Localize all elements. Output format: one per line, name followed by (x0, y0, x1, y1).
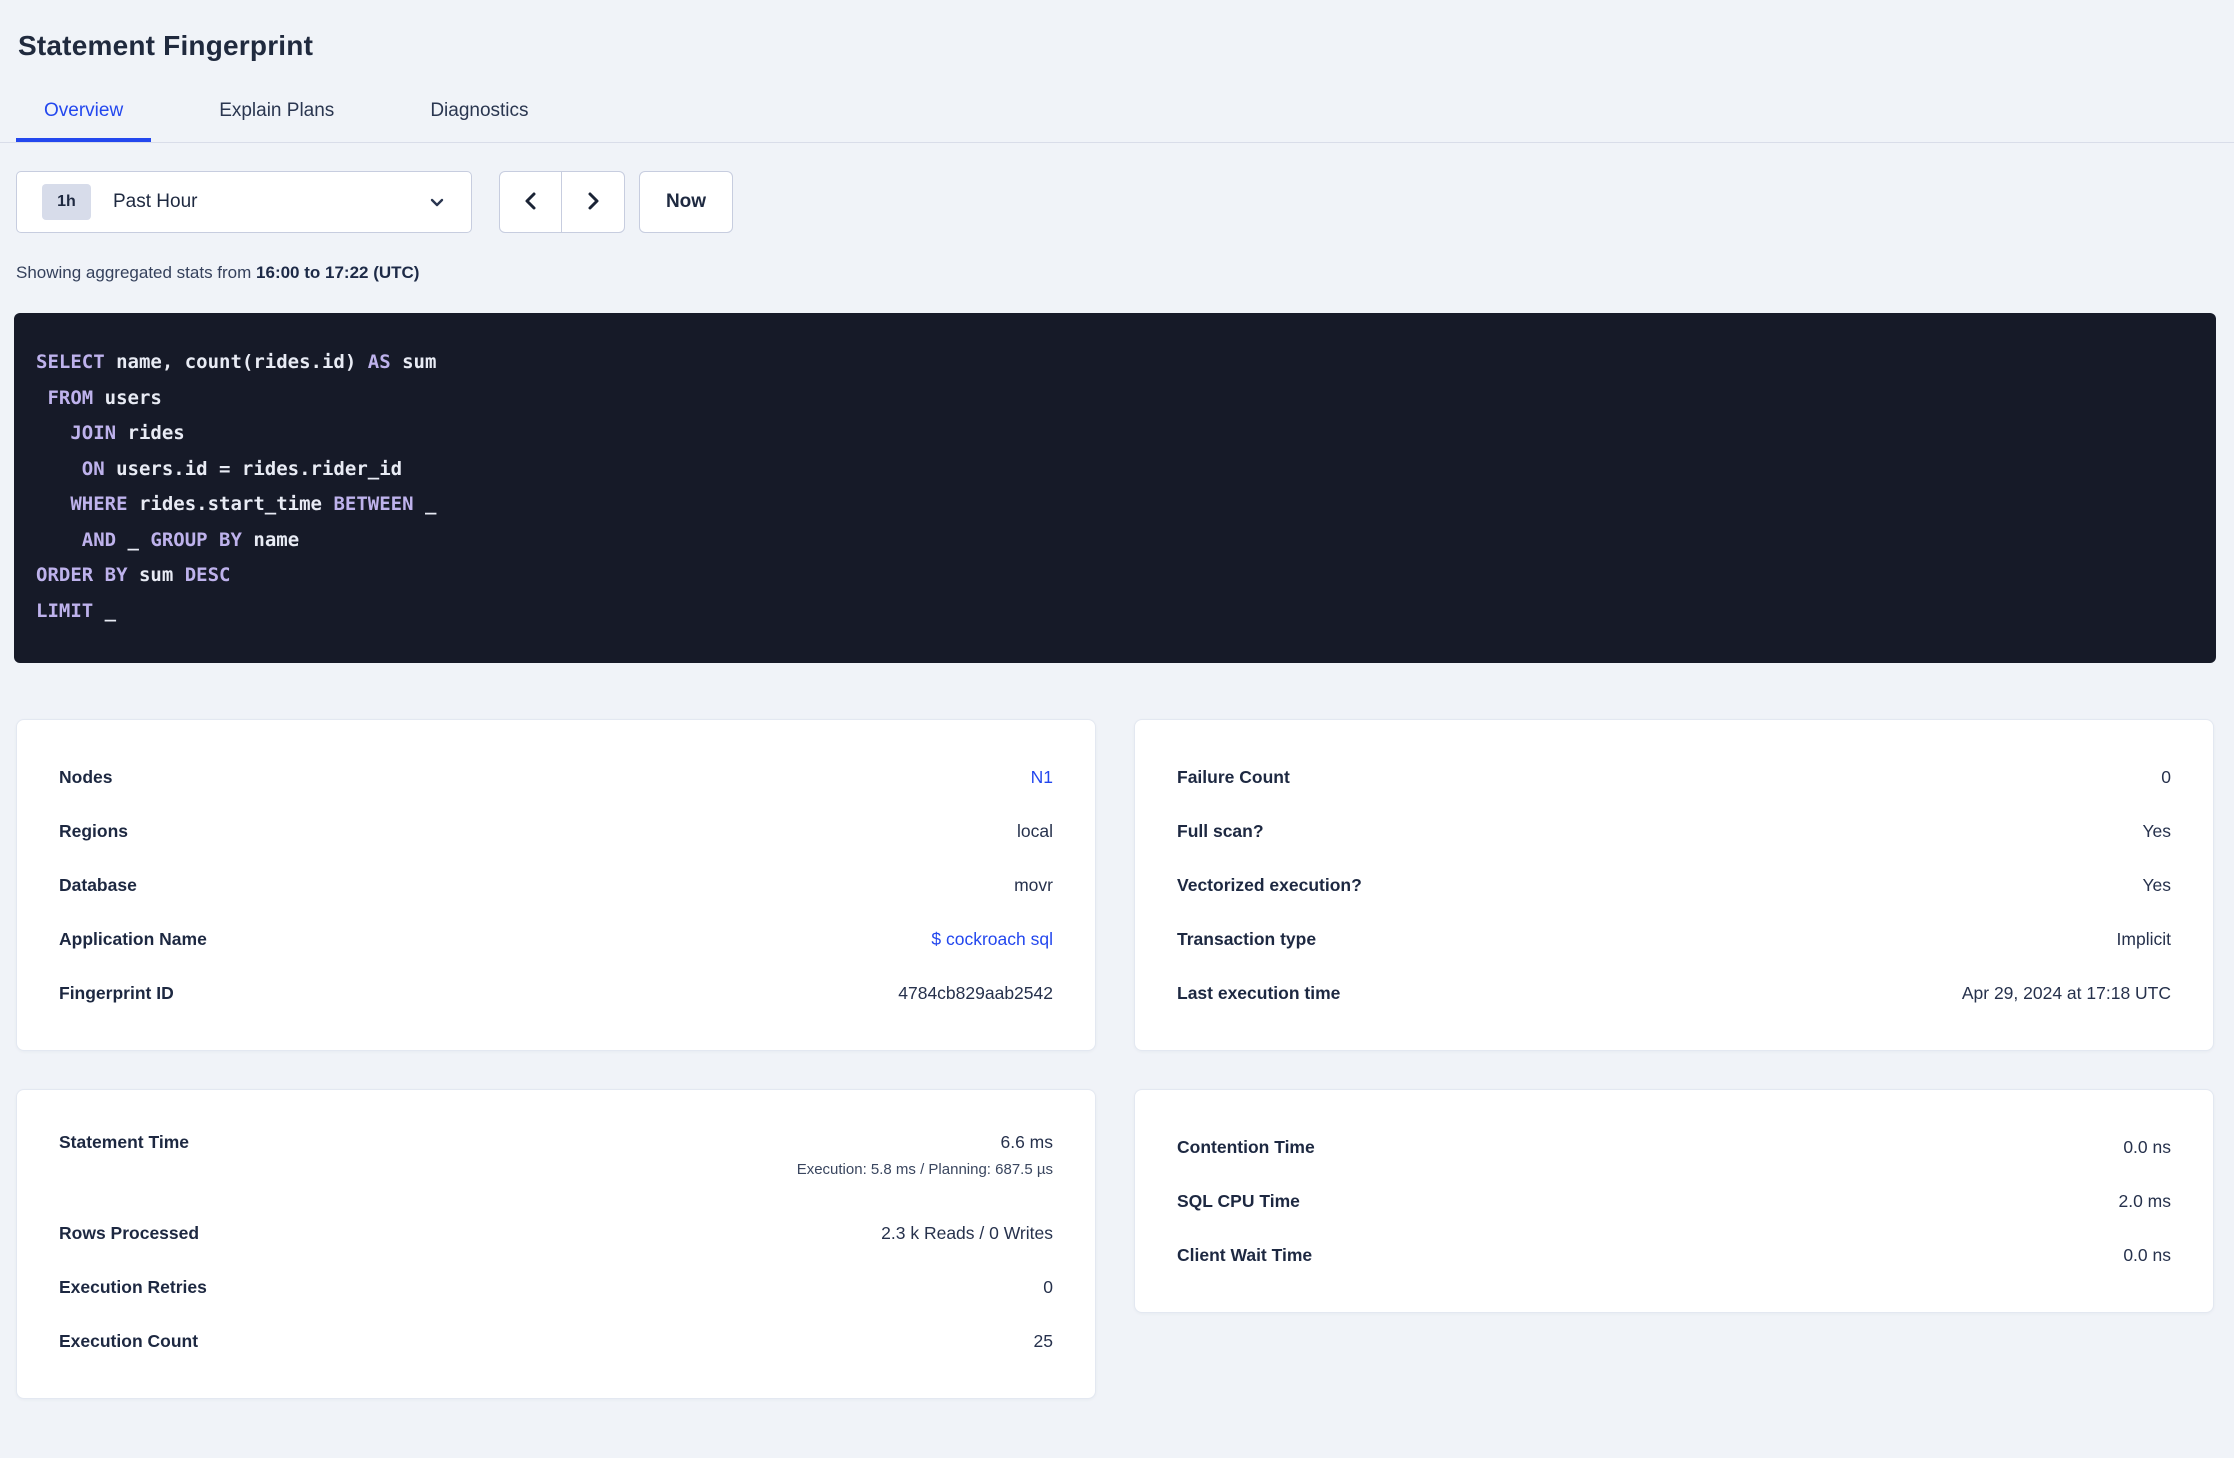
execution-count-row: Execution Count 25 (59, 1314, 1053, 1368)
chevron-down-icon (427, 192, 447, 212)
sql-code: SELECT name, count(rides.id) AS sum FROM… (36, 351, 437, 622)
nodes-row: Nodes N1 (59, 750, 1053, 804)
summary-card-right: Failure Count 0 Full scan? Yes Vectorize… (1134, 719, 2214, 1051)
client-wait-time-row: Client Wait Time 0.0 ns (1177, 1228, 2171, 1282)
row-label: Execution Retries (59, 1276, 207, 1297)
regions-row: Regions local (59, 804, 1053, 858)
row-value: Yes (2142, 820, 2171, 841)
next-interval-button[interactable] (562, 172, 624, 232)
application-name-row: Application Name $ cockroach sql (59, 912, 1053, 966)
sql-statement-box: SELECT name, count(rides.id) AS sum FROM… (14, 313, 2216, 663)
row-label: Regions (59, 820, 129, 841)
database-row: Database movr (59, 858, 1053, 912)
row-label: Execution Count (59, 1330, 199, 1351)
row-value: 2.0 ms (2118, 1190, 2171, 1211)
row-value: 0.0 ns (2123, 1244, 2171, 1265)
previous-interval-button[interactable] (500, 172, 562, 232)
row-label: Application Name (59, 928, 207, 949)
application-name-link[interactable]: $ cockroach sql (931, 929, 1053, 950)
statement-time-row: Statement Time 6.6 ms Execution: 5.8 ms … (59, 1120, 1053, 1206)
cards-grid: Nodes N1 Regions local Database movr App… (16, 719, 2214, 1399)
tab-diagnostics[interactable]: Diagnostics (402, 100, 556, 142)
row-value: Apr 29, 2024 at 17:18 UTC (1961, 982, 2171, 1003)
rows-processed-row: Rows Processed 2.3 k Reads / 0 Writes (59, 1206, 1053, 1260)
row-value: 25 (1033, 1330, 1053, 1351)
last-execution-time-row: Last execution time Apr 29, 2024 at 17:1… (1177, 966, 2171, 1020)
time-interval-dropdown[interactable]: 1h Past Hour (16, 171, 472, 233)
row-label: Database (59, 874, 137, 895)
row-label: Last execution time (1177, 982, 1341, 1003)
tab-bar: Overview Explain Plans Diagnostics (0, 100, 2234, 143)
transaction-type-row: Transaction type Implicit (1177, 912, 2171, 966)
row-label: Client Wait Time (1177, 1244, 1313, 1265)
row-label: Full scan? (1177, 820, 1264, 841)
summary-card-left: Nodes N1 Regions local Database movr App… (16, 719, 1096, 1051)
row-value: 2.3 k Reads / 0 Writes (881, 1222, 1053, 1243)
row-value: movr (1014, 874, 1053, 895)
row-label: Fingerprint ID (59, 982, 174, 1003)
chevron-right-icon (582, 190, 604, 215)
nodes-link[interactable]: N1 (1031, 767, 1053, 788)
row-value: Yes (2142, 874, 2171, 895)
row-label: SQL CPU Time (1177, 1190, 1300, 1211)
performance-card-right: Contention Time 0.0 ns SQL CPU Time 2.0 … (1134, 1089, 2214, 1313)
sql-cpu-time-row: SQL CPU Time 2.0 ms (1177, 1174, 2171, 1228)
row-value: 0 (1043, 1276, 1053, 1297)
tab-explain-plans[interactable]: Explain Plans (191, 100, 362, 142)
row-subvalue: Execution: 5.8 ms / Planning: 687.5 µs (796, 1161, 1053, 1178)
full-scan-row: Full scan? Yes (1177, 804, 2171, 858)
interval-badge: 1h (42, 184, 91, 220)
contention-time-row: Contention Time 0.0 ns (1177, 1120, 2171, 1174)
page-title: Statement Fingerprint (18, 30, 314, 61)
vectorized-execution-row: Vectorized execution? Yes (1177, 858, 2171, 912)
row-label: Statement Time (59, 1132, 189, 1152)
row-label: Transaction type (1177, 928, 1317, 949)
row-label: Failure Count (1177, 766, 1290, 787)
aggregation-note-prefix: Showing aggregated stats from (16, 263, 257, 282)
aggregation-note-range: 16:00 to 17:22 (UTC) (256, 263, 420, 282)
row-value: 0.0 ns (2123, 1136, 2171, 1157)
now-button[interactable]: Now (639, 171, 733, 233)
row-label: Contention Time (1177, 1136, 1315, 1157)
statement-fingerprint-page: Statement Fingerprint Overview Explain P… (0, 0, 2234, 1458)
failure-count-row: Failure Count 0 (1177, 750, 2171, 804)
row-value: 0 (2161, 766, 2171, 787)
fingerprint-id-row: Fingerprint ID 4784cb829aab2542 (59, 966, 1053, 1020)
interval-arrows (499, 171, 625, 233)
execution-retries-row: Execution Retries 0 (59, 1260, 1053, 1314)
row-label: Vectorized execution? (1177, 874, 1362, 895)
row-value-stack: 6.6 ms Execution: 5.8 ms / Planning: 687… (797, 1132, 1053, 1178)
row-value: local (1017, 820, 1053, 841)
performance-card-left: Statement Time 6.6 ms Execution: 5.8 ms … (16, 1089, 1096, 1399)
row-label: Rows Processed (59, 1222, 200, 1243)
row-value: 4784cb829aab2542 (898, 982, 1053, 1003)
aggregation-note: Showing aggregated stats from 16:00 to 1… (16, 263, 2234, 283)
row-value: 6.6 ms (1000, 1132, 1053, 1152)
time-controls: 1h Past Hour Now (16, 171, 2234, 233)
tab-overview[interactable]: Overview (16, 100, 152, 142)
row-value: Implicit (2116, 928, 2171, 949)
row-label: Nodes (59, 766, 113, 787)
interval-label: Past Hour (113, 191, 198, 212)
chevron-left-icon (520, 190, 542, 215)
